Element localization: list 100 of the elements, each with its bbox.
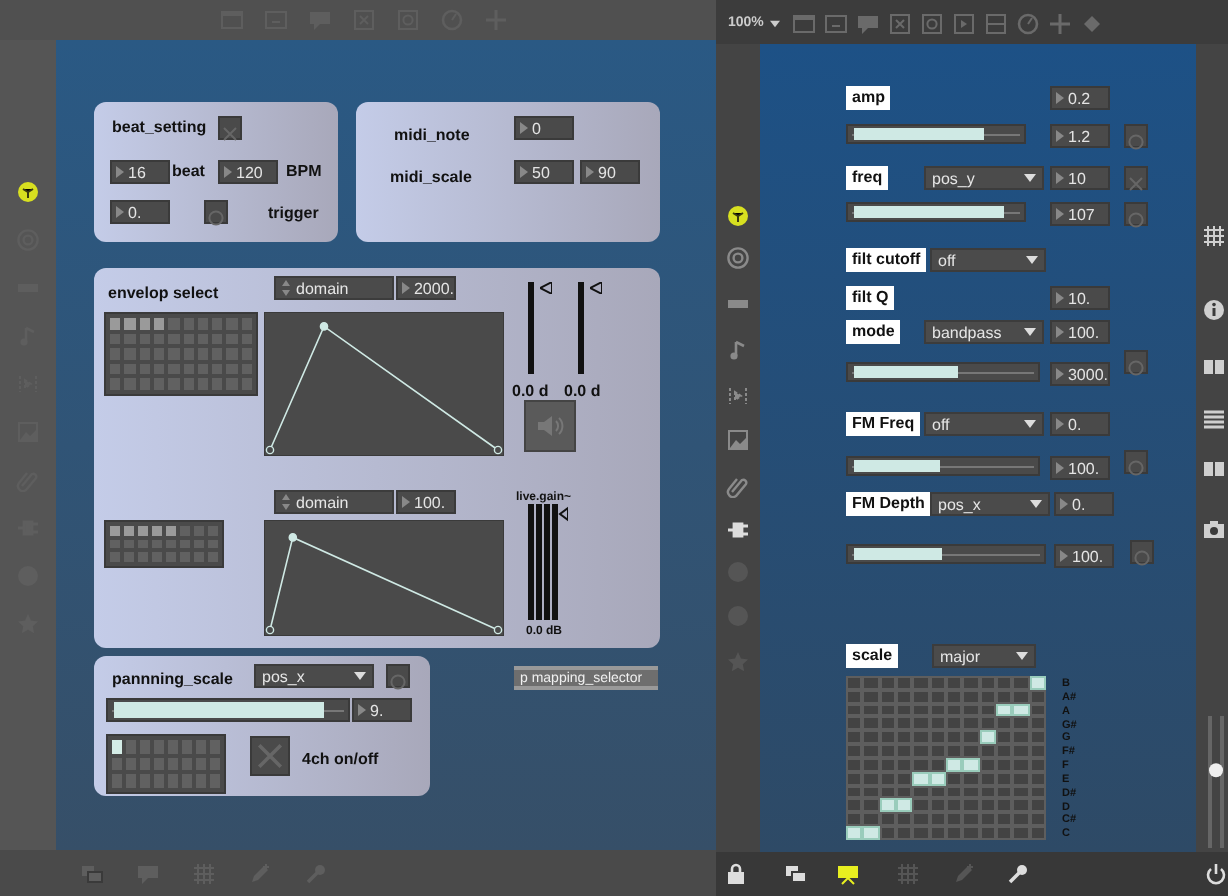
plus-icon[interactable] <box>1048 12 1072 36</box>
diamond-icon[interactable] <box>1080 12 1104 36</box>
dropdown-menu[interactable]: major <box>932 644 1036 668</box>
matrix-cell[interactable] <box>110 333 121 345</box>
note-cell[interactable] <box>846 716 863 731</box>
number-box[interactable]: 100. <box>1054 544 1114 568</box>
window-icon[interactable] <box>792 12 816 36</box>
matrix-cell[interactable] <box>139 333 150 345</box>
slider-thumb[interactable] <box>1209 763 1223 778</box>
note-cell[interactable] <box>846 812 863 827</box>
slider[interactable] <box>846 456 1040 476</box>
envelope-graph[interactable] <box>264 520 504 636</box>
dropdown-menu[interactable]: pos_x <box>254 664 374 688</box>
note-cell[interactable] <box>862 812 880 827</box>
number-box[interactable]: 0. <box>1050 412 1110 436</box>
note-cell[interactable] <box>912 826 930 840</box>
note-cell[interactable] <box>862 798 880 813</box>
volume-slider[interactable] <box>1206 716 1226 848</box>
gain-slider[interactable] <box>578 282 598 374</box>
note-cell[interactable] <box>846 730 863 745</box>
bang-button[interactable] <box>1124 124 1148 148</box>
matrix-cell[interactable] <box>124 318 136 330</box>
presentation-icon[interactable] <box>836 862 860 886</box>
note-cell[interactable] <box>1012 676 1030 690</box>
matrix-cell[interactable] <box>166 539 176 549</box>
matrix-cell[interactable] <box>153 318 165 330</box>
toggle[interactable] <box>218 116 242 140</box>
info-icon[interactable] <box>1202 298 1226 322</box>
slider[interactable] <box>846 124 1026 144</box>
note-cell[interactable] <box>1012 744 1030 758</box>
matrix-cell[interactable] <box>112 740 122 754</box>
play-icon[interactable] <box>952 12 976 36</box>
dropdown-menu[interactable]: domain <box>274 490 394 514</box>
gain-slider[interactable] <box>528 282 548 374</box>
matrix-cell[interactable] <box>124 333 136 345</box>
number-box[interactable]: 16 <box>110 160 170 184</box>
note-cell[interactable] <box>862 730 880 745</box>
note-cell[interactable] <box>962 730 980 745</box>
number-box[interactable]: 1.2 <box>1050 124 1110 148</box>
number-box[interactable]: 0. <box>110 200 170 224</box>
number-box[interactable]: 120 <box>218 160 278 184</box>
image-icon[interactable] <box>726 428 750 452</box>
note-cell[interactable] <box>846 676 863 690</box>
note-cell[interactable] <box>1012 798 1030 813</box>
note-cell[interactable] <box>962 812 980 827</box>
note-cell[interactable] <box>1012 812 1030 827</box>
note-cell[interactable] <box>846 826 863 840</box>
note-cell[interactable] <box>912 716 930 731</box>
wrench-icon[interactable] <box>1006 862 1030 886</box>
bang-button[interactable] <box>1124 202 1148 226</box>
matrix-cell[interactable] <box>138 526 148 536</box>
matrix-cell[interactable] <box>124 539 134 549</box>
dropdown-menu[interactable]: pos_y <box>924 166 1044 190</box>
note-cell[interactable] <box>846 798 863 813</box>
note-cell[interactable] <box>962 826 980 840</box>
plug-icon[interactable] <box>726 518 750 542</box>
matrix-cell[interactable] <box>138 539 148 549</box>
dropdown-menu[interactable]: pos_x <box>930 492 1050 516</box>
dropdown-menu[interactable]: off <box>924 412 1044 436</box>
bang-button[interactable] <box>386 664 410 688</box>
number-box[interactable]: 50 <box>514 160 574 184</box>
camera-icon[interactable] <box>1202 518 1226 542</box>
bang-icon[interactable] <box>920 12 944 36</box>
note-cell[interactable] <box>1012 730 1030 745</box>
toggle-icon[interactable] <box>888 12 912 36</box>
matrix-cell[interactable] <box>110 539 120 549</box>
matrix-cell[interactable] <box>112 757 122 771</box>
matrix-cell[interactable] <box>124 526 134 536</box>
number-box[interactable]: 107 <box>1050 202 1110 226</box>
note-cell[interactable] <box>862 676 880 690</box>
clip-icon[interactable] <box>726 474 750 498</box>
number-box[interactable]: 9. <box>352 698 412 722</box>
matrix-cell[interactable] <box>166 526 176 536</box>
matrix-cell[interactable] <box>153 333 165 345</box>
number-box[interactable]: 90 <box>580 160 640 184</box>
note-cell[interactable] <box>962 716 980 731</box>
number-box[interactable]: 0.2 <box>1050 86 1110 110</box>
pen-icon[interactable] <box>952 862 976 886</box>
note-cell[interactable] <box>962 798 980 813</box>
dropdown-menu[interactable]: bandpass <box>924 320 1044 344</box>
bang-button[interactable] <box>1124 450 1148 474</box>
slider-thumb[interactable] <box>590 282 602 294</box>
speaker-button[interactable] <box>524 400 576 452</box>
note-cell[interactable] <box>862 716 880 731</box>
note-cell[interactable] <box>962 744 980 758</box>
matrix-cell[interactable] <box>152 539 162 549</box>
note-cell[interactable] <box>962 676 980 690</box>
piano-roll[interactable] <box>846 676 1046 840</box>
number-box[interactable]: 100. <box>1050 456 1110 480</box>
panel-icon[interactable] <box>824 12 848 36</box>
dropdown-menu[interactable]: domain <box>274 276 394 300</box>
level-meter[interactable] <box>528 504 568 620</box>
matrix-cell[interactable] <box>139 318 150 330</box>
matrix-cell[interactable] <box>110 526 120 536</box>
note-cell[interactable] <box>1012 826 1030 840</box>
note-icon[interactable] <box>726 338 750 362</box>
note-cell[interactable] <box>912 812 930 827</box>
play-bracket-icon[interactable] <box>726 384 750 408</box>
slider-thumb[interactable] <box>540 282 552 294</box>
list-icon[interactable] <box>1202 408 1226 432</box>
